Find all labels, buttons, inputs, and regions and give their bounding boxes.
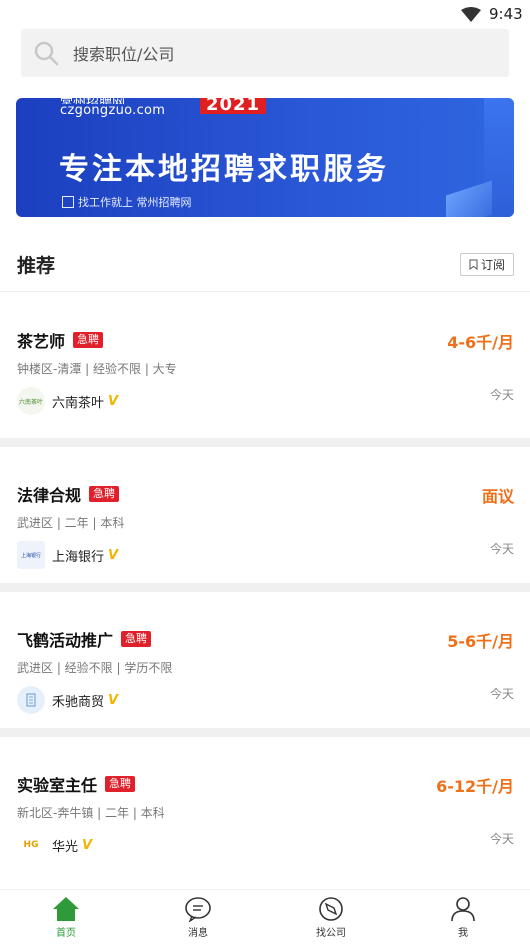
compass-icon (319, 897, 343, 921)
promo-banner[interactable]: 常州招聘网 czgongzuo.com 2021 专注本地招聘求职服务 找工作就… (16, 98, 514, 217)
job-meta: 新北区-奔牛镇 | 二年 | 本科 (17, 806, 165, 820)
company-row[interactable]: 六南茶叶 六南茶叶 V (17, 387, 118, 415)
banner-year: 2021 (200, 98, 266, 114)
job-card[interactable]: 实验室主任 急聘 6-12千/月 新北区-奔牛镇 | 二年 | 本科 HG 华光… (0, 728, 530, 873)
subscribe-label: 订阅 (480, 258, 505, 272)
job-title: 法律合规 急聘 (17, 482, 120, 506)
document-icon (62, 196, 74, 208)
urgent-badge: 急聘 (73, 332, 104, 348)
verified-icon: V (108, 692, 119, 708)
message-icon (185, 897, 211, 922)
job-list: 茶艺师 急聘 4-6千/月 钟楼区-清潭 | 经验不限 | 大专 六南茶叶 六南… (0, 293, 530, 873)
wifi-icon (461, 7, 481, 22)
job-title: 茶艺师 急聘 (17, 328, 104, 352)
company-row[interactable]: 上海银行 上海银行 V (17, 541, 118, 569)
job-date: 今天 (489, 687, 514, 701)
company-logo: 上海银行 (17, 541, 45, 569)
banner-tagline: 找工作就上 常州招聘网 (62, 194, 192, 210)
tab-label: 找公司 (316, 928, 346, 939)
company-name: 上海银行 (52, 549, 105, 565)
user-icon (451, 897, 475, 922)
job-meta: 钟楼区-清潭 | 经验不限 | 大专 (17, 362, 177, 376)
building-icon (17, 686, 45, 714)
status-bar: 9:43 (0, 0, 530, 28)
tab-label: 首页 (56, 928, 76, 939)
job-card[interactable]: 飞鹤活动推广 急聘 5-6千/月 武进区 | 经验不限 | 学历不限 禾驰商贸 … (0, 583, 530, 728)
job-meta: 武进区 | 经验不限 | 学历不限 (17, 661, 173, 675)
banner-domain: czgongzuo.com (60, 103, 166, 118)
company-name: 华光 (52, 839, 79, 855)
search-icon (34, 41, 59, 66)
verified-icon: V (82, 837, 93, 853)
urgent-badge: 急聘 (105, 776, 136, 792)
job-title: 实验室主任 急聘 (17, 772, 136, 796)
tab-me[interactable]: 我 (423, 896, 503, 939)
job-salary: 6-12千/月 (436, 777, 514, 796)
job-date: 今天 (489, 542, 514, 556)
verified-icon: V (108, 393, 119, 409)
company-name: 禾驰商贸 (52, 694, 105, 710)
banner-cube-graphic (446, 180, 492, 217)
urgent-badge: 急聘 (89, 486, 120, 502)
job-date: 今天 (489, 832, 514, 846)
tab-messages[interactable]: 消息 (158, 896, 238, 939)
verified-icon: V (108, 547, 119, 563)
job-title: 飞鹤活动推广 急聘 (17, 627, 152, 651)
home-icon (53, 897, 79, 921)
job-title-text: 实验室主任 (17, 776, 98, 795)
job-salary: 4-6千/月 (447, 333, 514, 352)
tab-find-company[interactable]: 找公司 (291, 896, 371, 939)
company-logo: 六南茶叶 (17, 387, 45, 415)
bottom-tab-bar: 首页 消息 找公司 我 (0, 889, 530, 945)
bookmark-icon (469, 259, 478, 270)
job-meta: 武进区 | 二年 | 本科 (17, 516, 125, 530)
company-row[interactable]: 禾驰商贸 V (17, 686, 118, 714)
job-card[interactable]: 法律合规 急聘 面议 武进区 | 二年 | 本科 上海银行 上海银行 V 今天 (0, 438, 530, 583)
job-salary: 5-6千/月 (447, 632, 514, 651)
recommend-header: 推荐 订阅 (0, 240, 530, 292)
job-title-text: 茶艺师 (17, 332, 66, 351)
tab-home[interactable]: 首页 (26, 896, 106, 939)
job-card[interactable]: 茶艺师 急聘 4-6千/月 钟楼区-清潭 | 经验不限 | 大专 六南茶叶 六南… (0, 293, 530, 438)
banner-brand: 常州招聘网 czgongzuo.com (60, 98, 165, 117)
banner-headline: 专注本地招聘求职服务 (59, 152, 389, 187)
tab-label: 消息 (188, 928, 208, 939)
company-logo: HG (17, 831, 45, 859)
subscribe-button[interactable]: 订阅 (460, 253, 514, 276)
job-date: 今天 (489, 388, 514, 402)
section-title: 推荐 (17, 255, 56, 277)
search-placeholder[interactable]: 搜索职位/公司 (73, 41, 174, 65)
tab-label: 我 (458, 928, 468, 939)
company-name: 六南茶叶 (52, 395, 105, 411)
banner-tagline-text: 找工作就上 常州招聘网 (78, 196, 192, 209)
status-time: 9:43 (489, 5, 523, 23)
company-row[interactable]: HG 华光 V (17, 831, 92, 859)
job-title-text: 法律合规 (17, 486, 82, 505)
urgent-badge: 急聘 (121, 631, 152, 647)
job-title-text: 飞鹤活动推广 (17, 631, 114, 650)
search-bar[interactable]: 搜索职位/公司 (21, 29, 509, 77)
job-salary: 面议 (481, 487, 514, 506)
